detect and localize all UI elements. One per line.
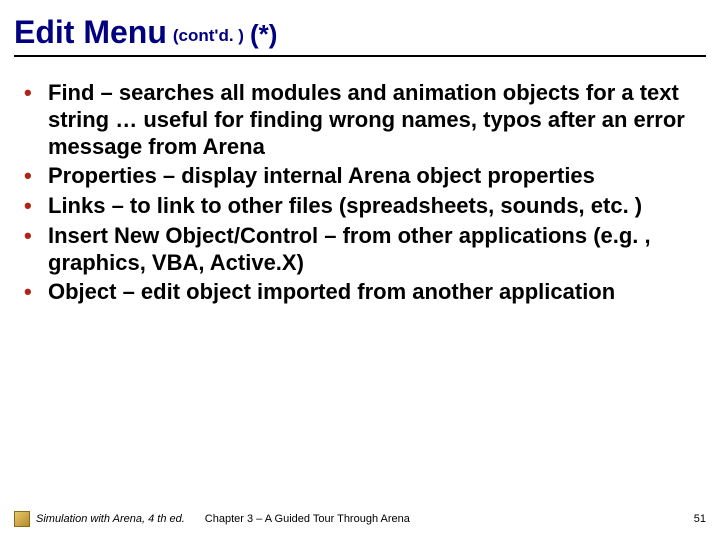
title-main: Edit Menu: [14, 14, 167, 51]
list-item: • Properties – display internal Arena ob…: [24, 162, 706, 190]
bullet-icon: •: [24, 222, 48, 250]
list-item-text: Insert New Object/Control – from other a…: [48, 222, 706, 276]
bullet-icon: •: [24, 278, 48, 306]
slide-footer: Simulation with Arena, 4 th ed. Chapter …: [0, 508, 720, 530]
title-tail: (*): [250, 19, 277, 50]
bullet-icon: •: [24, 162, 48, 190]
list-item-text: Links – to link to other files (spreadsh…: [48, 192, 706, 219]
title-subtitle: (cont'd. ): [173, 26, 244, 46]
list-item-text: Object – edit object imported from anoth…: [48, 278, 706, 305]
list-item: • Links – to link to other files (spread…: [24, 192, 706, 220]
footer-chapter: Chapter 3 – A Guided Tour Through Arena: [205, 513, 410, 525]
list-item-text: Find – searches all modules and animatio…: [48, 79, 706, 160]
slide-title: Edit Menu (cont'd. ) (*): [14, 14, 706, 51]
bullet-icon: •: [24, 192, 48, 220]
title-divider: [14, 55, 706, 57]
slide: Edit Menu (cont'd. ) (*) • Find – search…: [0, 0, 720, 540]
bullet-icon: •: [24, 79, 48, 107]
list-item: • Insert New Object/Control – from other…: [24, 222, 706, 276]
footer-book-title: Simulation with Arena, 4 th ed.: [36, 513, 185, 525]
footer-page-number: 51: [694, 513, 706, 525]
list-item-text: Properties – display internal Arena obje…: [48, 162, 706, 189]
list-item: • Object – edit object imported from ano…: [24, 278, 706, 306]
footer-logo-icon: [14, 511, 30, 527]
slide-body: • Find – searches all modules and animat…: [14, 79, 706, 306]
list-item: • Find – searches all modules and animat…: [24, 79, 706, 160]
